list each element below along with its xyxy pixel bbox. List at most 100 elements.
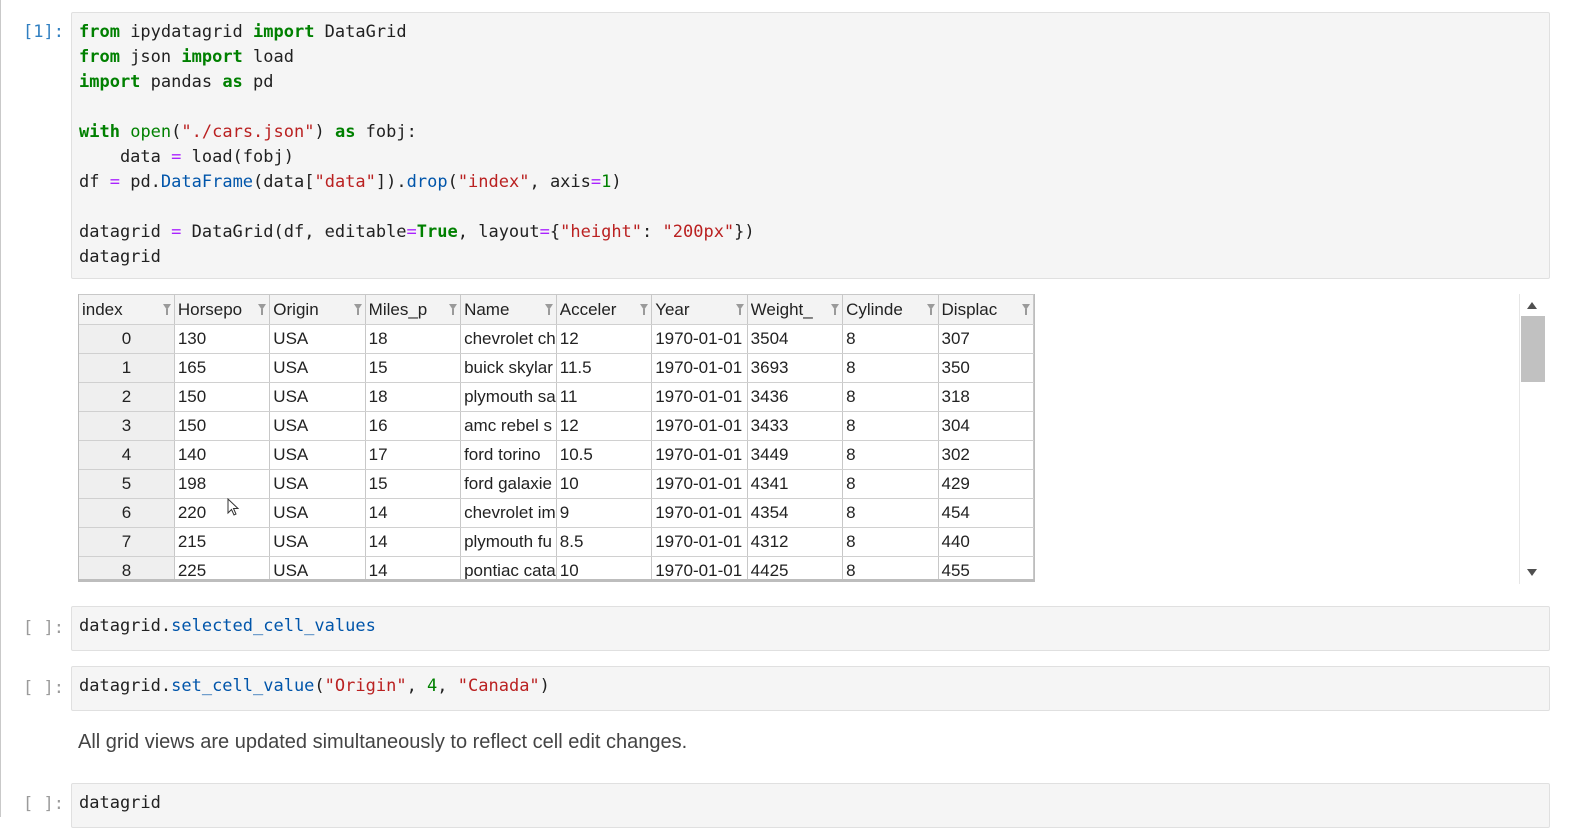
- table-cell[interactable]: chevrolet ch: [460, 324, 557, 354]
- column-header-cylinde[interactable]: Cylinde: [842, 294, 939, 325]
- table-cell[interactable]: ford torino: [460, 440, 557, 470]
- table-cell[interactable]: buick skylar: [460, 353, 557, 383]
- table-cell[interactable]: 8: [842, 469, 939, 499]
- table-cell[interactable]: 11: [556, 382, 653, 412]
- table-cell[interactable]: 10: [556, 556, 653, 579]
- table-cell[interactable]: 165: [174, 353, 271, 383]
- datagrid-output[interactable]: index Horsepo Origin Miles_p Name Acceler Year…: [78, 294, 1035, 584]
- table-cell[interactable]: 215: [174, 527, 271, 557]
- table-cell[interactable]: 318: [938, 382, 1034, 412]
- column-header-acceler[interactable]: Acceler: [556, 294, 653, 325]
- table-cell[interactable]: USA: [269, 556, 366, 579]
- table-cell[interactable]: 3433: [747, 411, 844, 441]
- table-cell[interactable]: 1970-01-01: [651, 556, 748, 579]
- table-cell[interactable]: USA: [269, 469, 366, 499]
- filter-funnel-icon[interactable]: [162, 304, 171, 315]
- table-cell[interactable]: 3449: [747, 440, 844, 470]
- table-cell[interactable]: USA: [269, 324, 366, 354]
- column-header-index[interactable]: index: [79, 294, 175, 325]
- table-cell[interactable]: 140: [174, 440, 271, 470]
- datagrid-vertical-scrollbar[interactable]: [1519, 294, 1546, 584]
- table-cell[interactable]: 10.5: [556, 440, 653, 470]
- table-cell[interactable]: 14: [365, 498, 462, 528]
- table-cell[interactable]: 198: [174, 469, 271, 499]
- table-cell[interactable]: 8: [842, 353, 939, 383]
- table-cell[interactable]: 1970-01-01: [651, 469, 748, 499]
- table-cell[interactable]: 4341: [747, 469, 844, 499]
- table-cell[interactable]: pontiac cata: [460, 556, 557, 579]
- table-cell[interactable]: plymouth fu: [460, 527, 557, 557]
- cell3-code-editor[interactable]: datagrid.set_cell_value("Origin", 4, "Ca…: [71, 666, 1550, 711]
- table-cell[interactable]: 1970-01-01: [651, 440, 748, 470]
- table-cell[interactable]: 8: [842, 556, 939, 579]
- datagrid-table[interactable]: index Horsepo Origin Miles_p Name Acceler Year…: [79, 294, 1034, 579]
- table-cell[interactable]: USA: [269, 382, 366, 412]
- table-cell[interactable]: 455: [938, 556, 1034, 579]
- table-cell[interactable]: USA: [269, 353, 366, 383]
- table-cell[interactable]: USA: [269, 527, 366, 557]
- row-index-cell[interactable]: 5: [79, 469, 175, 499]
- table-cell[interactable]: 8: [842, 382, 939, 412]
- table-cell[interactable]: 4425: [747, 556, 844, 579]
- row-index-cell[interactable]: 4: [79, 440, 175, 470]
- filter-funnel-icon[interactable]: [544, 304, 553, 315]
- table-cell[interactable]: amc rebel s: [460, 411, 557, 441]
- filter-funnel-icon[interactable]: [449, 304, 458, 315]
- table-cell[interactable]: 15: [365, 353, 462, 383]
- scrollbar-thumb[interactable]: [1521, 316, 1545, 382]
- table-cell[interactable]: 18: [365, 382, 462, 412]
- table-cell[interactable]: 12: [556, 324, 653, 354]
- scroll-up-arrow-icon[interactable]: [1527, 302, 1537, 309]
- table-cell[interactable]: 130: [174, 324, 271, 354]
- table-cell[interactable]: 1970-01-01: [651, 527, 748, 557]
- table-cell[interactable]: 302: [938, 440, 1034, 470]
- table-cell[interactable]: 429: [938, 469, 1034, 499]
- table-cell[interactable]: 304: [938, 411, 1034, 441]
- column-header-origin[interactable]: Origin: [269, 294, 366, 325]
- table-cell[interactable]: 8: [842, 527, 939, 557]
- row-index-cell[interactable]: 2: [79, 382, 175, 412]
- filter-funnel-icon[interactable]: [258, 304, 267, 315]
- column-header-name[interactable]: Name: [460, 294, 557, 325]
- cell2-code-editor[interactable]: datagrid.selected_cell_values: [71, 606, 1550, 651]
- table-cell[interactable]: 8: [842, 498, 939, 528]
- table-cell[interactable]: 14: [365, 527, 462, 557]
- table-cell[interactable]: 8.5: [556, 527, 653, 557]
- table-cell[interactable]: 440: [938, 527, 1034, 557]
- filter-funnel-icon[interactable]: [926, 304, 935, 315]
- filter-funnel-icon[interactable]: [1022, 304, 1030, 315]
- row-index-cell[interactable]: 7: [79, 527, 175, 557]
- table-cell[interactable]: USA: [269, 440, 366, 470]
- filter-funnel-icon[interactable]: [353, 304, 362, 315]
- table-cell[interactable]: 1970-01-01: [651, 498, 748, 528]
- cell4-code-editor[interactable]: datagrid: [71, 783, 1550, 828]
- row-index-cell[interactable]: 3: [79, 411, 175, 441]
- table-cell[interactable]: 9: [556, 498, 653, 528]
- row-index-cell[interactable]: 1: [79, 353, 175, 383]
- table-cell[interactable]: USA: [269, 498, 366, 528]
- cell1-code-editor[interactable]: from ipydatagrid import DataGrid from jso…: [71, 12, 1550, 279]
- table-cell[interactable]: 8: [842, 411, 939, 441]
- table-cell[interactable]: 17: [365, 440, 462, 470]
- filter-funnel-icon[interactable]: [640, 304, 649, 315]
- table-cell[interactable]: 12: [556, 411, 653, 441]
- table-cell[interactable]: 1970-01-01: [651, 353, 748, 383]
- row-index-cell[interactable]: 6: [79, 498, 175, 528]
- table-cell[interactable]: 18: [365, 324, 462, 354]
- table-cell[interactable]: ford galaxie: [460, 469, 557, 499]
- column-header-year[interactable]: Year: [651, 294, 748, 325]
- column-header-weight_[interactable]: Weight_: [747, 294, 844, 325]
- row-index-cell[interactable]: 8: [79, 556, 175, 579]
- table-cell[interactable]: 11.5: [556, 353, 653, 383]
- column-header-horsepo[interactable]: Horsepo: [174, 294, 271, 325]
- filter-funnel-icon[interactable]: [735, 304, 744, 315]
- row-index-cell[interactable]: 0: [79, 324, 175, 354]
- column-header-displac[interactable]: Displac: [938, 294, 1034, 325]
- table-cell[interactable]: 150: [174, 411, 271, 441]
- table-cell[interactable]: 4354: [747, 498, 844, 528]
- table-cell[interactable]: chevrolet im: [460, 498, 557, 528]
- table-cell[interactable]: 15: [365, 469, 462, 499]
- table-cell[interactable]: 220: [174, 498, 271, 528]
- table-cell[interactable]: 16: [365, 411, 462, 441]
- table-cell[interactable]: 14: [365, 556, 462, 579]
